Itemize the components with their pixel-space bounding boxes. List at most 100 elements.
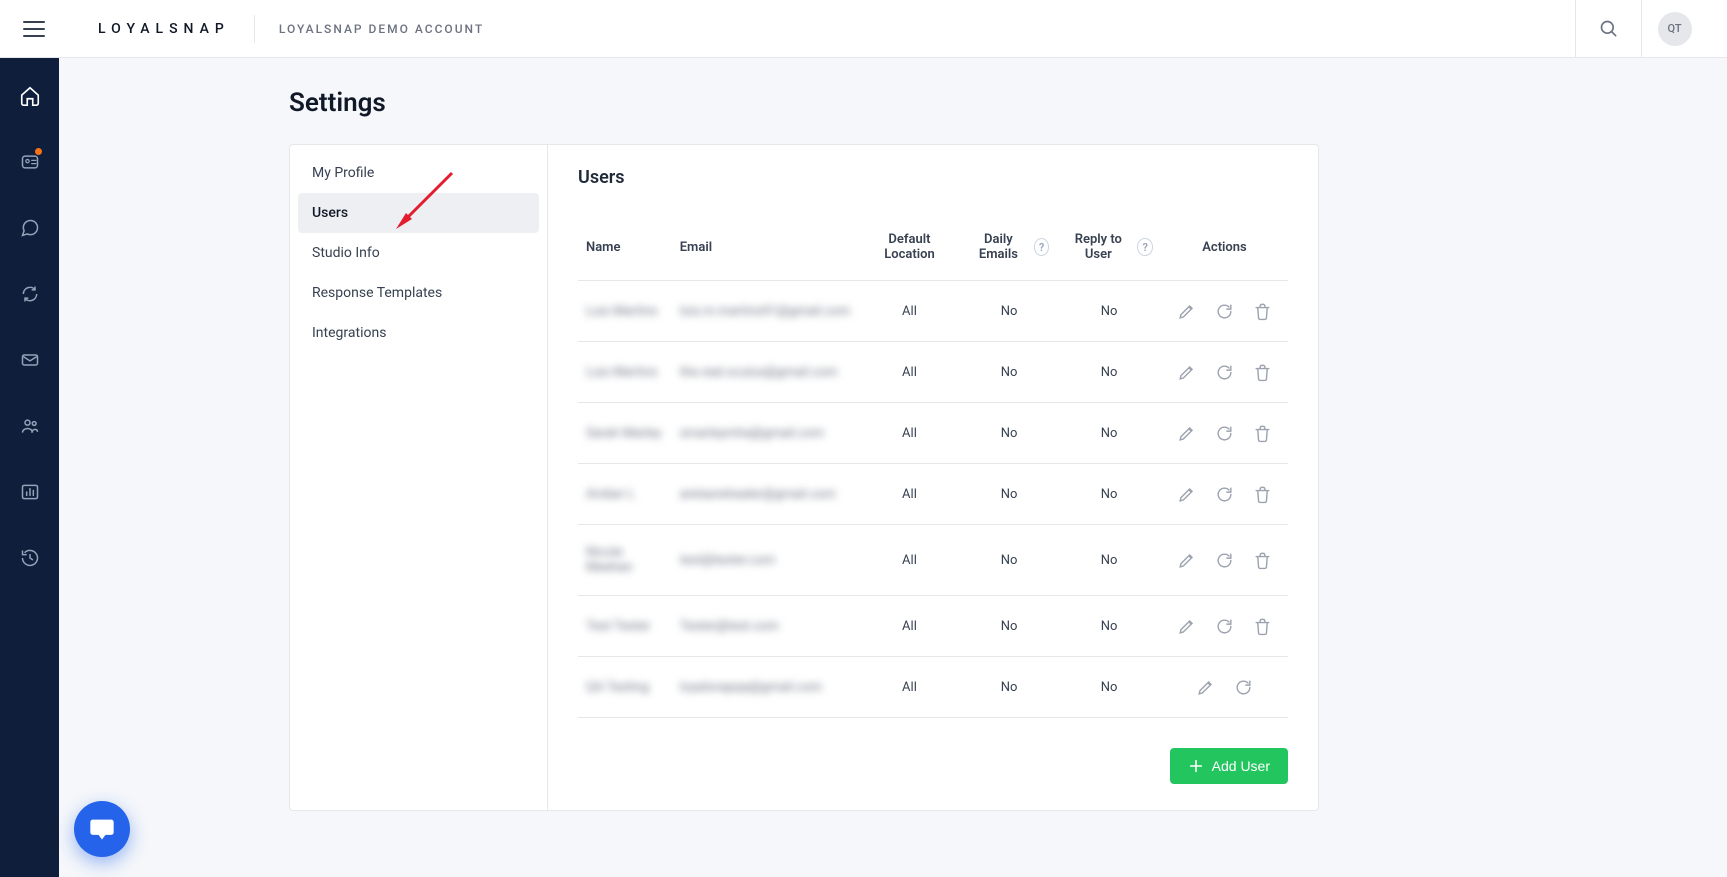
edit-icon[interactable] <box>1176 616 1196 636</box>
bar-chart-icon <box>20 482 40 502</box>
nav-team[interactable] <box>12 408 48 444</box>
settings-menu-item[interactable]: Response Templates <box>298 273 539 313</box>
delete-icon[interactable] <box>1252 616 1272 636</box>
th-name: Name <box>578 218 672 281</box>
refresh-icon[interactable] <box>1214 616 1234 636</box>
cell-actions <box>1161 525 1288 596</box>
cell-reply-to-user: No <box>1057 464 1161 525</box>
th-reply-to-user: Reply to User? <box>1057 218 1161 281</box>
settings-menu-item[interactable]: Integrations <box>298 313 539 353</box>
th-actions: Actions <box>1161 218 1288 281</box>
edit-icon[interactable] <box>1176 301 1196 321</box>
table-row: Nicole Meehantest@tester.comAllNoNo <box>578 525 1288 596</box>
settings-menu-item[interactable]: My Profile <box>298 153 539 193</box>
cell-default-location: All <box>858 464 961 525</box>
chat-fab[interactable] <box>74 801 130 857</box>
refresh-icon[interactable] <box>1233 677 1253 697</box>
delete-icon[interactable] <box>1252 484 1272 504</box>
mail-icon <box>20 350 40 370</box>
brand-logo: LOYALSNAP <box>98 21 230 37</box>
help-icon[interactable]: ? <box>1137 238 1153 256</box>
home-icon <box>19 85 41 107</box>
edit-icon[interactable] <box>1176 423 1196 443</box>
nav-contacts[interactable] <box>12 144 48 180</box>
refresh-icon[interactable] <box>1214 550 1234 570</box>
nav-inbox[interactable] <box>12 342 48 378</box>
cell-name: Luis Martins <box>578 281 672 342</box>
nav-reports[interactable] <box>12 474 48 510</box>
user-avatar[interactable]: QT <box>1658 12 1692 46</box>
cell-actions <box>1161 281 1288 342</box>
notification-dot-icon <box>35 148 42 155</box>
edit-icon[interactable] <box>1195 677 1215 697</box>
cell-name: QA Testing <box>578 657 672 718</box>
cell-email: the.real.oculus@gmail.com <box>672 342 858 403</box>
cell-default-location: All <box>858 342 961 403</box>
cell-reply-to-user: No <box>1057 403 1161 464</box>
chat-bubble-icon <box>88 815 116 843</box>
cell-actions <box>1161 596 1288 657</box>
cell-daily-emails: No <box>961 403 1057 464</box>
add-user-button[interactable]: Add User <box>1170 748 1288 784</box>
settings-menu-item[interactable]: Studio Info <box>298 233 539 273</box>
plus-icon <box>1188 758 1204 774</box>
avatar-wrap: QT <box>1641 0 1707 58</box>
delete-icon[interactable] <box>1252 423 1272 443</box>
hamburger-icon <box>23 20 45 38</box>
edit-icon[interactable] <box>1176 362 1196 382</box>
delete-icon[interactable] <box>1252 550 1272 570</box>
cell-actions <box>1161 657 1288 718</box>
nav-home[interactable] <box>12 78 48 114</box>
chat-icon <box>20 218 40 238</box>
nav-sync[interactable] <box>12 276 48 312</box>
cell-daily-emails: No <box>961 342 1057 403</box>
cell-default-location: All <box>858 596 961 657</box>
cell-reply-to-user: No <box>1057 596 1161 657</box>
cell-email: test@tester.com <box>672 525 858 596</box>
table-row: Luis Martinsluis.m.martins91@gmail.comAl… <box>578 281 1288 342</box>
cell-email: aretasrehealer@gmail.com <box>672 464 858 525</box>
left-nav <box>0 58 59 877</box>
settings-menu-item[interactable]: Users <box>298 193 539 233</box>
refresh-icon[interactable] <box>1214 301 1234 321</box>
users-panel: Users Name Email Default Location Daily … <box>548 145 1318 810</box>
cell-daily-emails: No <box>961 596 1057 657</box>
delete-icon[interactable] <box>1252 362 1272 382</box>
table-row: Amber Laretasrehealer@gmail.comAllNoNo <box>578 464 1288 525</box>
cell-reply-to-user: No <box>1057 525 1161 596</box>
global-search-button[interactable] <box>1575 0 1641 58</box>
refresh-icon[interactable] <box>1214 423 1234 443</box>
cell-actions <box>1161 403 1288 464</box>
cell-email: loyalsnapqa@gmail.com <box>672 657 858 718</box>
refresh-icon[interactable] <box>1214 362 1234 382</box>
th-email: Email <box>672 218 858 281</box>
cell-daily-emails: No <box>961 281 1057 342</box>
account-name: LOYALSNAP DEMO ACCOUNT <box>279 22 484 36</box>
id-card-icon <box>20 152 40 172</box>
users-icon <box>20 416 40 436</box>
nav-messages[interactable] <box>12 210 48 246</box>
cell-actions <box>1161 464 1288 525</box>
nav-history[interactable] <box>12 540 48 576</box>
cell-name: Sarah Marley <box>578 403 672 464</box>
hamburger-menu-button[interactable] <box>20 15 48 43</box>
edit-icon[interactable] <box>1176 484 1196 504</box>
cell-default-location: All <box>858 657 961 718</box>
cell-daily-emails: No <box>961 525 1057 596</box>
users-table: Name Email Default Location Daily Emails… <box>578 218 1288 718</box>
help-icon[interactable]: ? <box>1034 238 1049 256</box>
panel-title: Users <box>578 167 1288 188</box>
cell-default-location: All <box>858 281 961 342</box>
sync-icon <box>20 284 40 304</box>
logo-divider <box>254 15 255 43</box>
content-area: Settings My ProfileUsersStudio InfoRespo… <box>59 58 1727 877</box>
edit-icon[interactable] <box>1176 550 1196 570</box>
topbar: LOYALSNAP LOYALSNAP DEMO ACCOUNT QT <box>0 0 1727 58</box>
th-default-location: Default Location <box>858 218 961 281</box>
delete-icon[interactable] <box>1252 301 1272 321</box>
refresh-icon[interactable] <box>1214 484 1234 504</box>
cell-name: Luis Martins <box>578 342 672 403</box>
cell-default-location: All <box>858 403 961 464</box>
cell-email: smarleymha@gmail.com <box>672 403 858 464</box>
cell-name: Nicole Meehan <box>578 525 672 596</box>
